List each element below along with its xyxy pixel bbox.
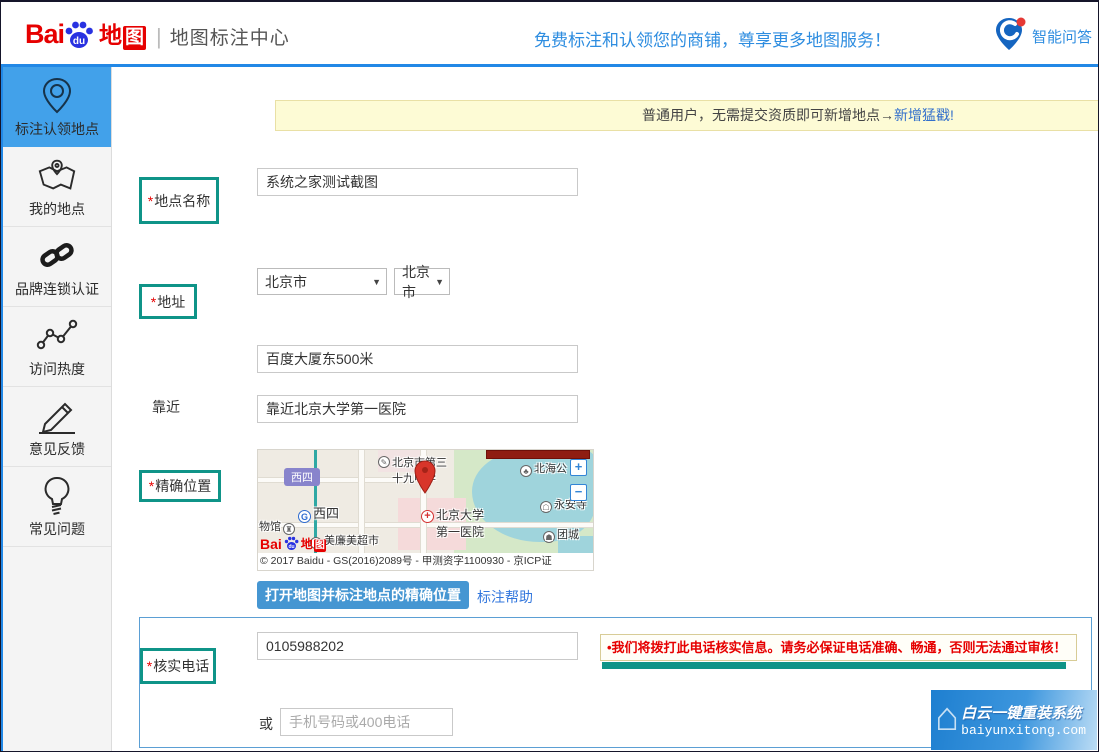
house-icon: ⌂ — [935, 697, 959, 737]
map-preview[interactable]: 西四 ✎北京市第三 十九中学 ♣北海公 ☖永安寺 G西四 物馆♜ ¥美廉美超市 … — [257, 449, 594, 571]
line-chart-icon — [35, 315, 79, 357]
baidu-map-logo[interactable]: Bai du 地 图 | 地图标注中心 — [25, 16, 290, 50]
chevron-down-icon: ▼ — [367, 277, 386, 287]
main-content: 普通用户，无需提交资质即可新增地点→新增猛戳! *地点名称 *地址 北京市 ▼ … — [113, 67, 1098, 751]
sidebar-item-my-locations[interactable]: 我的地点 — [3, 147, 111, 227]
map-zoom-in-button[interactable]: + — [570, 459, 587, 476]
address-label-annotation: *地址 — [139, 284, 197, 319]
chain-link-icon — [37, 235, 77, 277]
map-canvas[interactable]: 西四 ✎北京市第三 十九中学 ♣北海公 ☖永安寺 G西四 物馆♜ ¥美廉美超市 … — [258, 450, 593, 553]
map-logo-bai: Bai — [260, 536, 282, 552]
sidebar-item-label: 意见反馈 — [29, 439, 85, 459]
museum-label: 物馆 — [259, 521, 281, 533]
logo-di-text: 地 — [99, 16, 122, 50]
street-address-input[interactable] — [257, 345, 578, 373]
sidebar-item-label: 我的地点 — [29, 199, 85, 219]
map-marker-pin[interactable] — [413, 460, 437, 501]
open-map-button[interactable]: 打开地图并标注地点的精确位置 — [257, 581, 469, 609]
place-name-input[interactable] — [257, 168, 578, 196]
sidebar-item-visit-heat[interactable]: 访问热度 — [3, 307, 111, 387]
name-label-annotation: *地点名称 — [139, 177, 219, 224]
metro-station-pill: 西四 — [284, 468, 320, 486]
annotation-help-link[interactable]: 标注帮助 — [477, 587, 533, 607]
sidebar-item-faq[interactable]: 常见问题 — [3, 467, 111, 547]
folded-map-icon — [36, 155, 78, 197]
logo-divider: | — [156, 24, 162, 50]
sidebar-item-label: 品牌连锁认证 — [15, 279, 99, 299]
notice-text: 普通用户，无需提交资质即可新增地点→ — [642, 107, 894, 123]
map-zoom-out-button[interactable]: − — [570, 484, 587, 501]
map-logo-tu: 图 — [314, 539, 326, 552]
required-asterisk: * — [147, 658, 152, 674]
notice-add-link[interactable]: 新增猛戳! — [894, 107, 954, 123]
city-select[interactable]: 北京市 ▼ — [394, 268, 450, 295]
logo-bai-text: Bai — [25, 19, 64, 50]
map-logo-paw-icon: du — [283, 535, 300, 552]
phone-warning-text: •我们将拨打此电话核实信息。请务必保证电话准确、畅通，否则无法通过审核！ — [600, 634, 1077, 661]
sidebar-item-mark-claim-location[interactable]: 标注认领地点 — [3, 67, 111, 147]
required-asterisk: * — [151, 294, 156, 310]
map-copyright: © 2017 Baidu - GS(2016)2089号 - 甲测资字11009… — [258, 553, 593, 570]
baidu-paw-icon: du — [62, 18, 96, 52]
province-select[interactable]: 北京市 ▼ — [257, 268, 387, 295]
near-input[interactable] — [257, 395, 578, 423]
smart-qa-entry[interactable]: 智能问答 — [992, 14, 1092, 59]
map-logo-di: 地 — [301, 535, 313, 552]
map-logo-du: du — [288, 544, 294, 550]
tuancheng-label: 团城 — [557, 529, 579, 541]
watermark-title: 白云一键重装系统 — [961, 702, 1086, 723]
site-subtitle: 地图标注中心 — [170, 23, 290, 50]
sidebar-item-feedback[interactable]: 意见反馈 — [3, 387, 111, 467]
logo-du-text: du — [73, 36, 85, 47]
required-asterisk: * — [148, 193, 153, 209]
address-field-label: 地址 — [157, 294, 185, 310]
hospital-cross-icon: + — [421, 510, 434, 523]
alt-phone-input[interactable] — [280, 708, 453, 736]
pencil-icon — [35, 395, 79, 437]
hospital-label: 北京大学 第一医院 — [436, 506, 484, 540]
sidebar: 标注认领地点 我的地点 品牌连锁认证 — [1, 67, 112, 751]
province-value: 北京市 — [258, 272, 307, 292]
phone-field-label: 核实电话 — [153, 658, 209, 674]
watermark: ⌂ 白云一键重装系统 baiyunxitong.com — [931, 690, 1097, 750]
near-field-label: 靠近 — [152, 397, 180, 417]
phone-label-annotation: *核实电话 — [140, 648, 216, 684]
metro-entrance-icon: G — [298, 510, 311, 523]
sidebar-item-label: 标注认领地点 — [15, 119, 99, 139]
lightbulb-icon — [38, 475, 76, 517]
smart-qa-label: 智能问答 — [1032, 26, 1092, 47]
notice-bar: 普通用户，无需提交资质即可新增地点→新增猛戳! — [275, 100, 1098, 131]
museum-poi-icon: ♜ — [283, 523, 295, 535]
header: Bai du 地 图 | 地图标注中心 免费标注和认领您的商铺，尊享更多地图服务… — [1, 2, 1098, 67]
pin-chat-icon — [992, 14, 1030, 59]
park-label: 北海公 — [534, 463, 567, 475]
sidebar-item-brand-chain-cert[interactable]: 品牌连锁认证 — [3, 227, 111, 307]
city-value: 北京市 — [395, 262, 430, 302]
supermarket-label: 美廉美超市 — [324, 535, 379, 547]
sidebar-item-label: 访问热度 — [29, 359, 85, 379]
school-poi-icon: ✎ — [378, 456, 390, 468]
header-promo-text: 免费标注和认领您的商铺，尊享更多地图服务！ — [534, 26, 891, 51]
name-field-label: 地点名称 — [154, 193, 210, 209]
map-baidu-logo: Bai du 地 图 — [260, 535, 326, 552]
or-label: 或 — [259, 714, 273, 734]
tuancheng-poi-icon: ☗ — [543, 531, 555, 543]
precise-location-field-label: 精确位置 — [155, 478, 211, 494]
page: Bai du 地 图 | 地图标注中心 免费标注和认领您的商铺，尊享更多地图服务… — [0, 0, 1099, 752]
sidebar-item-label: 常见问题 — [29, 519, 85, 539]
precise-location-label-annotation: *精确位置 — [139, 470, 221, 502]
watermark-url: baiyunxitong.com — [961, 723, 1086, 738]
cropped-banner — [486, 450, 590, 459]
location-pin-icon — [39, 75, 75, 117]
logo-tu-text: 图 — [123, 26, 146, 50]
warning-underline-annotation — [602, 662, 1066, 669]
required-asterisk: * — [149, 478, 154, 494]
chevron-down-icon: ▼ — [430, 277, 449, 287]
metro-entrance-label: 西四 — [313, 506, 339, 521]
park-poi-icon: ♣ — [520, 465, 532, 477]
temple-poi-icon: ☖ — [540, 501, 552, 513]
verify-phone-input[interactable] — [257, 632, 578, 660]
